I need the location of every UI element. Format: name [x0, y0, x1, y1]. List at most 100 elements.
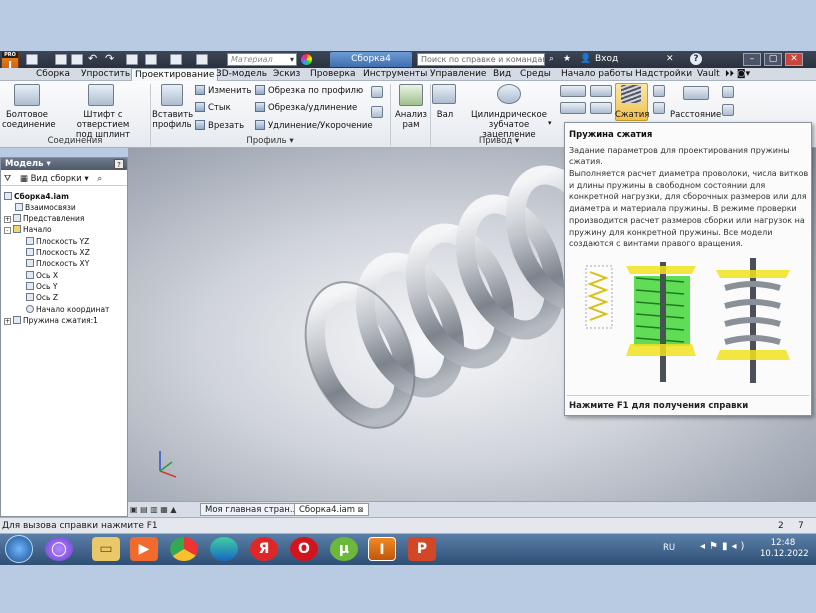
language-indicator[interactable]: RU — [663, 543, 675, 553]
powerpoint-icon[interactable]: P — [408, 537, 436, 561]
expand-icon[interactable]: + — [4, 216, 11, 223]
more-tabs-icon[interactable]: ⏵⏵ ◙▾ — [725, 68, 750, 81]
open-file-icon[interactable] — [55, 54, 67, 65]
expand-icon[interactable]: + — [4, 318, 11, 325]
frame-refresh-icon[interactable] — [371, 106, 383, 118]
tab-simplify[interactable]: Упростить — [81, 68, 130, 81]
tree-item-axis-z[interactable]: Ось Z — [26, 292, 58, 303]
engineers-handbook-icon[interactable] — [722, 86, 734, 98]
tab-view[interactable]: Вид — [493, 68, 511, 81]
maximize-icon[interactable]: ▢ — [764, 53, 782, 66]
tree-item-representations[interactable]: + Представления — [4, 213, 84, 224]
tree-item-plane-xy[interactable]: Плоскость XY — [26, 258, 89, 269]
bearing-icon[interactable] — [560, 85, 586, 97]
undo-icon[interactable]: ↶ — [88, 53, 100, 65]
collapse-icon[interactable]: - — [4, 227, 11, 234]
save-icon[interactable] — [71, 54, 83, 65]
trim-extend-button[interactable]: Обрезка/удлинение — [255, 102, 357, 114]
find-icon[interactable]: ⌕ — [97, 174, 102, 184]
origin-point-icon — [26, 305, 34, 313]
insert-frame-button[interactable]: Вставить профиль — [152, 110, 193, 130]
tree-item-axis-x[interactable]: Ось X — [26, 270, 58, 281]
tab-manage[interactable]: Управление — [430, 68, 486, 81]
tray-icons[interactable]: ◂⚑▮◂) — [700, 541, 748, 552]
key-connection-icon[interactable] — [590, 85, 612, 97]
tab-assembly[interactable]: Сборка — [36, 68, 70, 81]
frame-bar-icon[interactable] — [371, 86, 383, 98]
doc-tab-assembly[interactable]: Сборка4.iam ⊠ — [294, 503, 369, 516]
spur-gear-dropdown-icon[interactable]: ▾ — [548, 118, 552, 129]
shaft-button[interactable]: Вал — [432, 110, 458, 120]
change-button[interactable]: Изменить — [195, 85, 252, 97]
notch-button[interactable]: Врезать — [195, 120, 244, 132]
frame-analysis-button[interactable]: Анализ рам — [393, 110, 429, 130]
alice-assistant-icon[interactable]: ◯ — [45, 537, 73, 561]
tab-inspect[interactable]: Проверка — [310, 68, 356, 81]
filter-icon[interactable]: ⛛ — [4, 174, 11, 184]
new-file-icon[interactable] — [26, 54, 38, 65]
tree-item-origin[interactable]: - Начало — [4, 224, 52, 235]
utorrent-icon[interactable]: µ — [330, 537, 358, 561]
torsion-spring-icon[interactable] — [653, 102, 665, 114]
tab-add-ins[interactable]: Надстройки — [635, 68, 692, 81]
login-link[interactable]: Вход — [595, 51, 618, 68]
clock[interactable]: 12:48 10.12.2022 — [760, 538, 809, 560]
v-belt-icon[interactable] — [560, 102, 586, 114]
tree-item-plane-yz[interactable]: Плоскость YZ — [26, 236, 89, 247]
tab-environments[interactable]: Среды — [520, 68, 551, 81]
start-button[interactable] — [5, 535, 33, 563]
tab-3d-model[interactable]: 3D-модель — [216, 68, 267, 81]
opera-icon[interactable]: O — [290, 537, 318, 561]
browser-header[interactable]: Модель ▾ — [1, 158, 127, 170]
project-icon[interactable] — [196, 54, 208, 65]
view-mode-dropdown[interactable]: Вид сборки — [31, 174, 82, 184]
select-icon[interactable] — [126, 54, 138, 65]
tree-item-origin-point[interactable]: Начало координат — [26, 304, 109, 315]
tab-close-icon[interactable]: ⊠ — [358, 506, 364, 514]
edge-icon[interactable] — [210, 537, 238, 561]
trim-to-frame-label: Обрезка по профилю — [268, 86, 364, 96]
minimize-icon[interactable]: – — [743, 53, 761, 66]
binoculars-icon[interactable]: ⌕ — [549, 51, 554, 68]
yandex-browser-icon[interactable]: Я — [250, 537, 278, 561]
exchange-icon[interactable]: ✕ — [666, 51, 674, 68]
extension-spring-icon[interactable] — [653, 85, 665, 97]
appearance-icon[interactable] — [301, 54, 312, 65]
media-player-icon[interactable]: ▶ — [130, 537, 158, 561]
material-combo[interactable]: Материал — [227, 53, 297, 66]
clock-date: 10.12.2022 — [760, 549, 809, 559]
chrome-icon[interactable] — [170, 537, 198, 561]
user-icon[interactable]: 👤 — [580, 51, 591, 68]
browser-help-icon[interactable]: ? — [114, 159, 124, 169]
measure-icon[interactable] — [170, 54, 182, 65]
update-icon[interactable] — [145, 54, 157, 65]
miter-button[interactable]: Стык — [195, 102, 231, 114]
calculator-icon[interactable] — [722, 104, 734, 116]
tree-item-axis-y[interactable]: Ось Y — [26, 281, 57, 292]
redo-icon[interactable]: ↷ — [105, 53, 117, 65]
tree-item-compression-spring[interactable]: + Пружина сжатия:1 — [4, 315, 98, 326]
star-icon[interactable]: ★ — [563, 51, 571, 68]
help-search-input[interactable]: Поиск по справке и командам — [417, 53, 545, 66]
tab-get-started[interactable]: Начало работы — [561, 68, 633, 81]
tab-vault[interactable]: Vault — [697, 68, 720, 81]
tab-tools[interactable]: Инструменты — [363, 68, 427, 81]
tile-view-icons[interactable]: ▣ ▤ ▥ ▦ ▲ — [130, 504, 186, 515]
tab-design[interactable]: Проектирование — [131, 68, 219, 81]
cam-icon[interactable] — [590, 102, 612, 114]
help-icon[interactable]: ? — [690, 53, 702, 65]
inventor-taskbar-icon[interactable]: I — [368, 537, 396, 561]
trim-to-frame-button[interactable]: Обрезка по профилю — [255, 85, 363, 97]
tree-item-plane-xz[interactable]: Плоскость XZ — [26, 247, 90, 258]
tab-sketch[interactable]: Эскиз — [273, 68, 300, 81]
bolt-connection-button[interactable]: Болтовое соединение — [2, 110, 56, 130]
file-explorer-icon[interactable]: ▭ — [92, 537, 120, 561]
distance-button[interactable]: Расстояние — [670, 110, 721, 120]
doc-tab-home[interactable]: Моя главная стран... — [200, 503, 303, 516]
insert-frame-icon — [161, 84, 183, 106]
tree-item-relationships[interactable]: Взаимосвязи — [15, 202, 76, 213]
close-icon[interactable]: ✕ — [785, 53, 803, 66]
view-dropdown-icon[interactable]: ▾ — [84, 174, 88, 184]
tree-item-assembly[interactable]: Сборка4.iam — [4, 191, 69, 202]
lengthen-shorten-button[interactable]: Удлинение/Укорочение — [255, 120, 373, 132]
